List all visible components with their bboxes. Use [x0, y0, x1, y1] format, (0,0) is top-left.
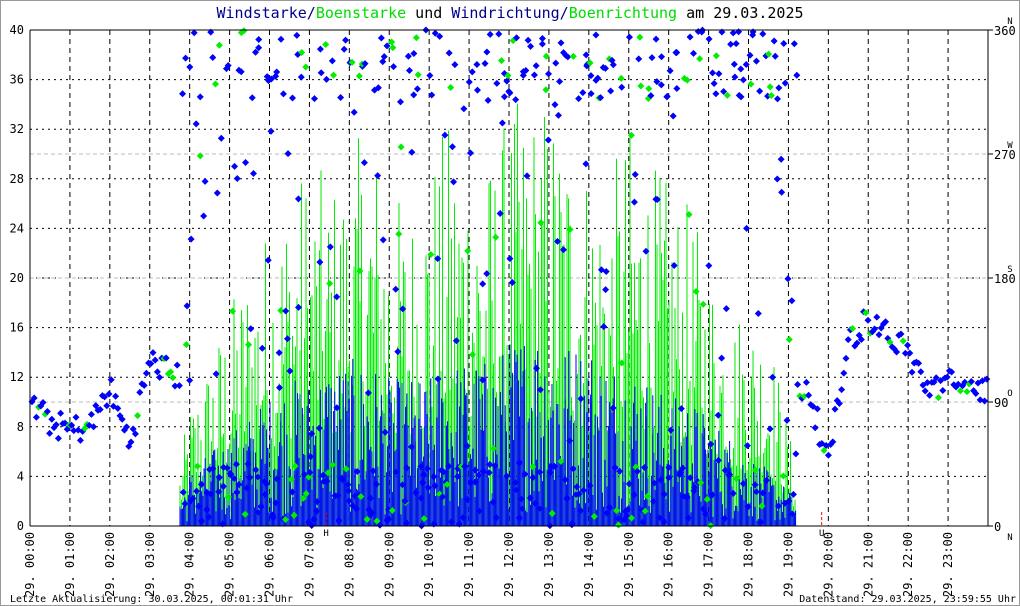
- compass-label: S: [1007, 265, 1012, 275]
- x-tick-label: 29. 01:00: [63, 532, 77, 597]
- x-tick-label: 29. 05:00: [223, 532, 237, 597]
- x-tick-label: 29. 15:00: [622, 532, 636, 597]
- y-tick-label: 16: [10, 321, 24, 335]
- y-tick-label: 4: [17, 469, 24, 483]
- sun-marker-label: H: [323, 529, 328, 539]
- x-tick-label: 29. 19:00: [781, 532, 795, 597]
- x-tick-label: 29. 09:00: [382, 532, 396, 597]
- y2-tick-label: 90: [994, 396, 1008, 410]
- x-tick-label: 29. 10:00: [422, 532, 436, 597]
- x-tick-label: 29. 13:00: [542, 532, 556, 597]
- x-tick-label: 29. 08:00: [342, 532, 356, 597]
- wind-chart: Windstarke/Boenstarke und Windrichtung/B…: [0, 0, 1020, 606]
- compass-label: W: [1007, 141, 1013, 151]
- y-tick-label: 40: [10, 23, 24, 37]
- y-tick-label: 12: [10, 370, 24, 384]
- x-tick-label: 29. 21:00: [861, 532, 875, 597]
- title-boenrichtung: Boenrichtung: [569, 4, 677, 22]
- title-date: am 29.03.2025: [677, 4, 803, 22]
- x-tick-label: 29. 22:00: [901, 532, 915, 597]
- compass-label: O: [1007, 389, 1012, 399]
- x-tick-label: 29. 12:00: [502, 532, 516, 597]
- x-tick-label: 29. 03:00: [143, 532, 157, 597]
- x-tick-label: 29. 18:00: [742, 532, 756, 597]
- title-sep: /: [560, 4, 569, 22]
- chart-title: Windstarke/Boenstarke und Windrichtung/B…: [216, 4, 803, 22]
- y-tick-label: 32: [10, 122, 24, 136]
- x-tick-label: 29. 07:00: [302, 532, 316, 597]
- data-timestamp-text: Datenstand: 29.03.2025, 23:59:55 Uhr: [799, 594, 1016, 605]
- y-tick-label: 28: [10, 172, 24, 186]
- compass-label: N: [1007, 17, 1012, 27]
- x-tick-label: 29. 11:00: [462, 532, 476, 597]
- x-tick-label: 29. 04:00: [183, 532, 197, 597]
- last-update-text: Letzte Aktualisierung: 30.03.2025, 00:01…: [10, 594, 293, 605]
- x-tick-label: 29. 17:00: [702, 532, 716, 597]
- x-tick-label: 29. 02:00: [103, 532, 117, 597]
- compass-label: N: [1007, 533, 1012, 543]
- y2-tick-label: 0: [994, 520, 1001, 534]
- title-windstarke: Windstarke: [216, 4, 306, 22]
- title-und: und: [406, 4, 451, 22]
- title-windrichtung: Windrichtung: [451, 4, 559, 22]
- x-tick-label: 29. 20:00: [821, 532, 835, 597]
- title-boenstarke: Boenstarke: [316, 4, 406, 22]
- y-tick-label: 0: [17, 519, 24, 533]
- y-tick-label: 36: [10, 73, 24, 87]
- y-tick-label: 24: [10, 221, 24, 235]
- x-tick-label: 29. 14:00: [582, 532, 596, 597]
- y-tick-label: 20: [10, 271, 24, 285]
- x-tick-label: 29. 06:00: [263, 532, 277, 597]
- x-tick-label: 29. 00:00: [23, 532, 37, 597]
- x-tick-label: 29. 16:00: [662, 532, 676, 597]
- y-tick-label: 8: [17, 420, 24, 434]
- x-tick-label: 29. 23:00: [941, 532, 955, 597]
- title-sep: /: [307, 4, 316, 22]
- chart-container: Windstarke/Boenstarke und Windrichtung/B…: [0, 0, 1020, 606]
